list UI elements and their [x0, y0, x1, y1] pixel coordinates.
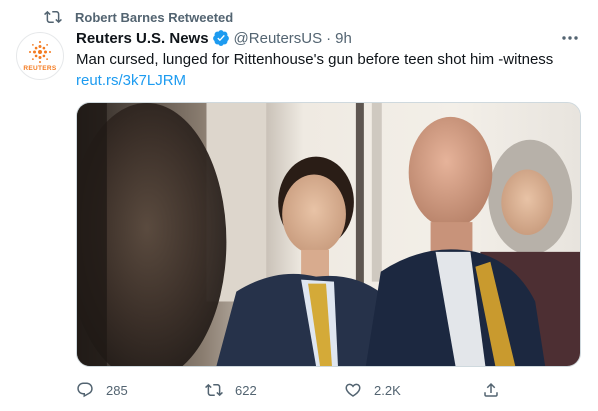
retweet-banner[interactable]: Robert Barnes Retweeted — [44, 8, 233, 26]
reply-button[interactable]: 285 — [76, 378, 128, 402]
retweet-action-icon — [205, 383, 223, 397]
retweet-banner-text[interactable]: Robert Barnes Retweeted — [75, 10, 233, 25]
retweet-button[interactable]: 622 — [205, 378, 257, 402]
tweet-link[interactable]: reut.rs/3k7LJRM — [76, 71, 186, 91]
like-button[interactable]: 2.2K — [344, 378, 401, 402]
author-name[interactable]: Reuters U.S. News — [76, 30, 209, 47]
avatar[interactable]: REUTERS — [16, 32, 64, 80]
share-button[interactable] — [482, 378, 500, 402]
retweet-icon — [44, 10, 62, 24]
reply-count: 285 — [106, 382, 128, 398]
author-handle[interactable]: @ReutersUS — [234, 30, 323, 47]
heart-icon — [345, 383, 361, 397]
like-count: 2.2K — [374, 382, 401, 398]
tweet-actions: 285 622 2.2K — [76, 378, 581, 402]
header-separator: · — [326, 29, 332, 47]
tweet-text: Man cursed, lunged for Rittenhouse's gun… — [76, 51, 554, 68]
more-options-button[interactable] — [560, 30, 580, 46]
tweet-header: Reuters U.S. News @ReutersUS · 9h — [76, 28, 352, 48]
tweet-timestamp[interactable]: 9h — [335, 30, 352, 47]
more-dots-icon — [562, 36, 578, 40]
verified-badge-icon — [212, 30, 229, 46]
courtroom-photo-image — [77, 103, 580, 366]
retweet-count: 622 — [235, 382, 257, 398]
share-icon — [484, 382, 498, 397]
avatar-brand-text: REUTERS — [23, 65, 57, 72]
tweet-photo[interactable] — [76, 102, 581, 367]
reply-icon — [77, 382, 93, 398]
reuters-logo-icon — [29, 41, 51, 63]
